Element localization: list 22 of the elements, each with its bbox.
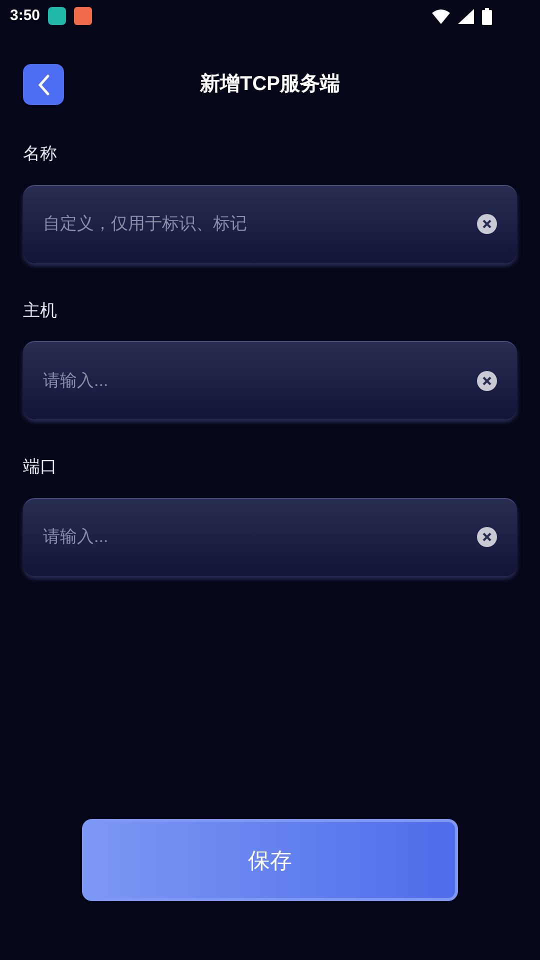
app-notification-icon bbox=[74, 7, 92, 25]
clear-icon[interactable] bbox=[477, 370, 497, 390]
back-button[interactable] bbox=[23, 64, 64, 105]
text-input[interactable]: 请输入... bbox=[43, 368, 477, 394]
text-input[interactable]: 自定义，仅用于标识、标记 bbox=[43, 211, 477, 237]
clear-icon[interactable] bbox=[477, 527, 497, 547]
clear-icon[interactable] bbox=[477, 214, 497, 234]
page-title: 新增TCP服务端 bbox=[200, 72, 340, 97]
wifi-icon bbox=[432, 8, 450, 24]
input-field[interactable]: 自定义，仅用于标识、标记 bbox=[23, 184, 517, 262]
app-notification-icon bbox=[48, 7, 66, 25]
text-input[interactable]: 请输入... bbox=[43, 524, 477, 550]
save-button[interactable]: 保存 bbox=[82, 819, 458, 901]
battery-icon bbox=[482, 8, 492, 24]
field-label: 端口 bbox=[23, 456, 58, 478]
back-icon bbox=[36, 74, 50, 96]
field-label: 名称 bbox=[23, 143, 58, 165]
status-time: 3:50 bbox=[10, 6, 40, 26]
field-label: 主机 bbox=[23, 300, 58, 322]
input-field[interactable]: 请输入... bbox=[23, 498, 517, 576]
input-field[interactable]: 请输入... bbox=[23, 341, 517, 419]
signal-icon bbox=[458, 8, 474, 24]
